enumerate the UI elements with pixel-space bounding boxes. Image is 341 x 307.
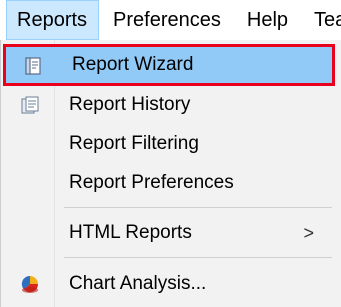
- chart-analysis-icon: [21, 275, 39, 293]
- menu-help[interactable]: Help: [233, 0, 300, 40]
- menu-item-chart-analysis[interactable]: Chart Analysis...: [10, 266, 328, 302]
- report-history-icon: [21, 96, 39, 114]
- menu-preferences[interactable]: Preferences: [99, 0, 233, 40]
- menu-item-html-reports[interactable]: HTML Reports >: [10, 215, 328, 251]
- menu-item-report-history[interactable]: Report History: [10, 87, 328, 123]
- menu-item-report-preferences[interactable]: Report Preferences: [10, 165, 328, 201]
- menu-separator: [64, 207, 332, 208]
- menu-item-label: HTML Reports: [69, 222, 192, 243]
- report-wizard-icon: [25, 57, 41, 75]
- menu-item-report-wizard[interactable]: Report Wizard: [3, 44, 335, 86]
- menu-reports[interactable]: Reports: [6, 0, 100, 40]
- menu-item-label: Report Preferences: [69, 172, 234, 193]
- menu-item-label: Chart Analysis...: [69, 273, 207, 294]
- menu-item-label: Report Filtering: [69, 133, 199, 154]
- menu-item-label: Report History: [69, 94, 191, 115]
- menu-item-label: Report Wizard: [72, 54, 194, 75]
- menu-item-report-filtering[interactable]: Report Filtering: [10, 126, 328, 162]
- menu-team[interactable]: Tea: [300, 0, 341, 40]
- menu-bar: Reports Preferences Help Tea: [0, 0, 341, 40]
- chevron-right-icon: >: [303, 222, 314, 243]
- menu-separator: [64, 257, 332, 258]
